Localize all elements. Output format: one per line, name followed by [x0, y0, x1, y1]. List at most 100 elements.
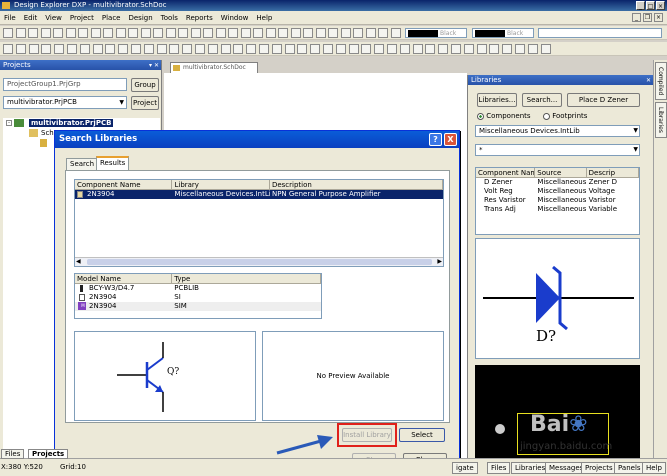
table-row[interactable]: Volt RegMiscellaneous DVoltage — [476, 187, 639, 196]
radio-unselected-icon[interactable] — [543, 112, 550, 120]
scroll-right-icon[interactable]: ▶ — [437, 258, 442, 265]
menu-tools[interactable]: Tools — [161, 14, 178, 22]
toolbar-icon-tb1-30[interactable] — [378, 28, 388, 38]
minimize-button[interactable]: _ — [636, 1, 645, 10]
tab-results[interactable]: Results — [96, 156, 130, 170]
tab-navigate[interactable]: igate — [452, 462, 478, 474]
toolbar-icon-tb2-16[interactable] — [208, 44, 218, 54]
toolbar-icon-tb2-8[interactable] — [105, 44, 115, 54]
menu-place[interactable]: Place — [102, 14, 121, 22]
toolbar-icon-tb2-42[interactable] — [541, 44, 551, 54]
menu-view[interactable]: View — [45, 14, 62, 22]
toolbar-icon-tb2-29[interactable] — [374, 44, 384, 54]
toolbar-icon-tb2-11[interactable] — [144, 44, 154, 54]
tab-document[interactable]: multivibrator.SchDoc — [170, 62, 258, 73]
toolbar-icon-tb1-21[interactable] — [266, 28, 276, 38]
table-row[interactable]: D ZenerMiscellaneous DZener D — [476, 178, 639, 187]
tree-item-project[interactable]: - multivibrator.PrjPCB — [3, 118, 160, 128]
toolbar-icon-tb1-1[interactable] — [16, 28, 26, 38]
column-header[interactable]: Type — [172, 274, 321, 283]
menu-help[interactable]: Help — [256, 14, 272, 22]
toolbar-icon-tb1-31[interactable] — [391, 28, 401, 38]
place-button[interactable]: Place D Zener — [567, 93, 640, 107]
mdi-minimize-button[interactable]: _ — [632, 13, 641, 22]
dropdown-arrow-icon[interactable]: ▼ — [633, 145, 638, 155]
tab-files-left[interactable]: Files — [1, 449, 25, 459]
toolbar-icon-tb1-7[interactable] — [91, 28, 101, 38]
dialog-close-button[interactable]: X — [444, 133, 457, 146]
toolbar-icon-tb2-17[interactable] — [221, 44, 231, 54]
toolbar-icon-tb2-30[interactable] — [387, 44, 397, 54]
toolbar-icon-tb2-39[interactable] — [502, 44, 512, 54]
toolbar-icon-tb1-18[interactable] — [228, 28, 238, 38]
toolbar-icon-tb2-32[interactable] — [413, 44, 423, 54]
column-header[interactable]: Component Name — [476, 168, 536, 177]
toolbar-icon-tb2-3[interactable] — [41, 44, 51, 54]
expand-icon[interactable]: - — [6, 120, 12, 126]
toolbar-icon-tb2-6[interactable] — [80, 44, 90, 54]
toolbar-icon-tb2-28[interactable] — [361, 44, 371, 54]
mdi-restore-button[interactable]: ❐ — [643, 13, 652, 22]
menu-design[interactable]: Design — [128, 14, 152, 22]
color-select-2[interactable]: Black — [472, 28, 534, 38]
toolbar-icon-tb2-38[interactable] — [489, 44, 499, 54]
column-header[interactable]: Description — [270, 180, 443, 189]
toolbar-icon-tb2-25[interactable] — [323, 44, 333, 54]
toolbar-icon-tb2-27[interactable] — [349, 44, 359, 54]
toolbar-icon-tb1-27[interactable] — [341, 28, 351, 38]
radio-footprints[interactable]: Footprints — [543, 112, 587, 120]
tab-help[interactable]: Help — [642, 462, 666, 474]
library-select[interactable]: Miscellaneous Devices.IntLib ▼ — [475, 125, 640, 137]
table-row[interactable]: 2N3904 Miscellaneous Devices.IntLib NPN … — [75, 190, 443, 199]
toolbar-icon-tb2-12[interactable] — [157, 44, 167, 54]
panel-pin-icon[interactable]: ✕ — [646, 76, 651, 86]
menu-edit[interactable]: Edit — [24, 14, 38, 22]
toolbar-icon-tb2-4[interactable] — [54, 44, 64, 54]
table-row[interactable]: M 2N3904 SIM — [75, 302, 321, 311]
toolbar-icon-tb2-22[interactable] — [285, 44, 295, 54]
dropdown-arrow-icon[interactable]: ▼ — [633, 126, 638, 136]
toolbar-icon-tb2-5[interactable] — [67, 44, 77, 54]
toolbar-icon-tb1-11[interactable] — [141, 28, 151, 38]
toolbar-icon-tb1-20[interactable] — [253, 28, 263, 38]
menu-reports[interactable]: Reports — [186, 14, 213, 22]
tab-projects-left[interactable]: Projects — [28, 449, 69, 459]
radio-components[interactable]: Components — [477, 112, 531, 120]
column-header[interactable]: Library — [172, 180, 270, 189]
toolbar-icon-tb1-8[interactable] — [103, 28, 113, 38]
toolbar-icon-tb1-2[interactable] — [28, 28, 38, 38]
toolbar-icon-tb2-37[interactable] — [477, 44, 487, 54]
toolbar-icon-tb2-34[interactable] — [438, 44, 448, 54]
filter-field[interactable]: * ▼ — [475, 144, 640, 156]
tab-search[interactable]: Search — [66, 158, 99, 170]
toolbar-icon-tb1-26[interactable] — [328, 28, 338, 38]
toolbar-icon-tb2-0[interactable] — [3, 44, 13, 54]
search-button[interactable]: Search... — [522, 93, 562, 107]
toolbar-icon-tb1-22[interactable] — [278, 28, 288, 38]
color-select-1[interactable]: Black — [405, 28, 467, 38]
toolbar-icon-tb1-17[interactable] — [216, 28, 226, 38]
toolbar-icon-tb1-23[interactable] — [291, 28, 301, 38]
toolbar-icon-tb1-9[interactable] — [116, 28, 126, 38]
toolbar-icon-tb1-25[interactable] — [316, 28, 326, 38]
style-select[interactable] — [538, 28, 662, 38]
maximize-button[interactable]: □ — [646, 1, 655, 10]
toolbar-icon-tb2-14[interactable] — [182, 44, 192, 54]
toolbar-icon-tb2-10[interactable] — [131, 44, 141, 54]
toolbar-icon-tb2-21[interactable] — [272, 44, 282, 54]
column-header[interactable]: Model Name — [75, 274, 173, 283]
toolbar-icon-tb2-33[interactable] — [425, 44, 435, 54]
toolbar-icon-tb1-19[interactable] — [241, 28, 251, 38]
libraries-button[interactable]: Libraries... — [477, 93, 517, 107]
toolbar-icon-tb2-24[interactable] — [310, 44, 320, 54]
mdi-close-button[interactable]: × — [654, 13, 663, 22]
tab-projects[interactable]: Projects — [581, 462, 617, 474]
tab-compiled[interactable]: Compiled — [655, 62, 667, 100]
menu-window[interactable]: Window — [221, 14, 249, 22]
toolbar-icon-tb2-15[interactable] — [195, 44, 205, 54]
menu-project[interactable]: Project — [70, 14, 94, 22]
toolbar-icon-tb2-18[interactable] — [233, 44, 243, 54]
close-window-button[interactable]: × — [656, 1, 665, 10]
tab-files[interactable]: Files — [487, 462, 511, 474]
toolbar-icon-tb2-2[interactable] — [29, 44, 39, 54]
